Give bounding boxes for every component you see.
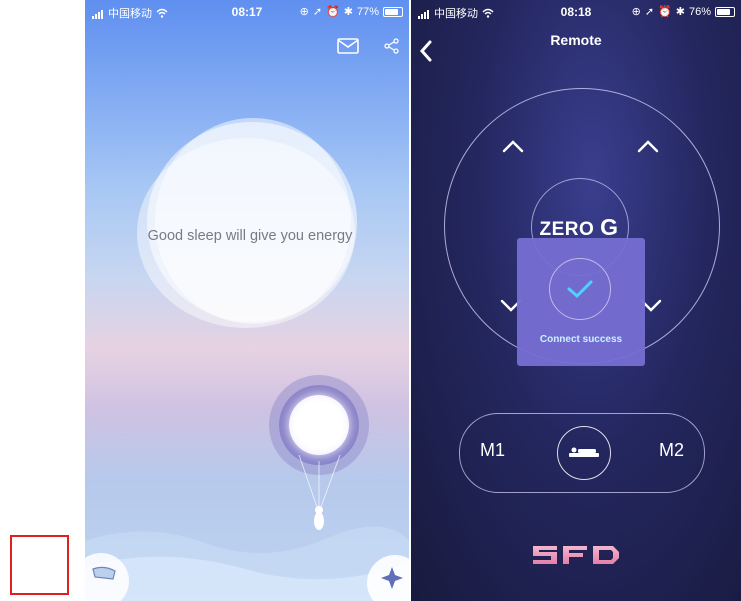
lock-rotation-icon: ⊕ [631,6,641,18]
cloud-waves [85,526,409,601]
alarm-icon: ⏰ [326,6,340,18]
battery-percent: 76% [688,5,711,18]
wifi-icon [156,8,168,18]
memory-1-button[interactable]: M1 [480,440,505,461]
status-bar: 中国移动 08:18 ⊕ ➚ ⏰ ✱ 76% [411,0,741,24]
signal-icon [418,7,430,19]
bed-flat-icon [569,447,599,457]
carrier-label: 中国移动 [108,8,152,20]
status-bar: 中国移动 08:17 ⊕ ➚ ⏰ ✱ 77% [85,0,409,24]
battery-icon [383,6,403,17]
home-screen: 中国移动 08:17 ⊕ ➚ ⏰ ✱ 77% Good sleep will g… [85,0,409,601]
battery-percent: 77% [356,5,379,18]
mail-icon[interactable] [337,38,359,59]
connect-toast: Connect success [517,238,645,366]
status-time: 08:17 [231,5,263,19]
head-up-button[interactable] [501,138,525,154]
status-time: 08:18 [560,5,592,19]
toast-message: Connect success [539,334,623,345]
annotation-box [10,535,69,595]
remote-icon [381,567,403,589]
memory-2-button[interactable]: M2 [659,440,684,461]
location-icon: ➚ [312,6,323,18]
alarm-icon: ⏰ [658,6,672,18]
battery-icon [715,6,735,17]
cloud-bubble [137,118,363,330]
location-icon: ➚ [644,6,655,18]
memory-bar: M1 M2 [459,413,705,493]
checkmark-icon [567,280,593,299]
bluetooth-icon: ✱ [675,6,685,18]
bed-icon [92,566,116,580]
flat-bed-button[interactable] [557,426,611,480]
foot-up-button[interactable] [636,138,660,154]
zero-g-label: ZERO G [539,214,619,240]
bluetooth-icon: ✱ [343,6,353,18]
wifi-icon [482,8,494,18]
share-icon[interactable] [384,38,400,59]
remote-screen: 中国移动 08:18 ⊕ ➚ ⏰ ✱ 76% Remote ZERO G Con… [411,0,741,601]
lock-rotation-icon: ⊕ [299,6,309,18]
sfd-logo [533,546,619,564]
carrier-label: 中国移动 [434,8,478,20]
page-title: Remote [550,32,602,48]
signal-icon [92,7,104,19]
motto-text: Good sleep will give you energy [147,228,353,244]
